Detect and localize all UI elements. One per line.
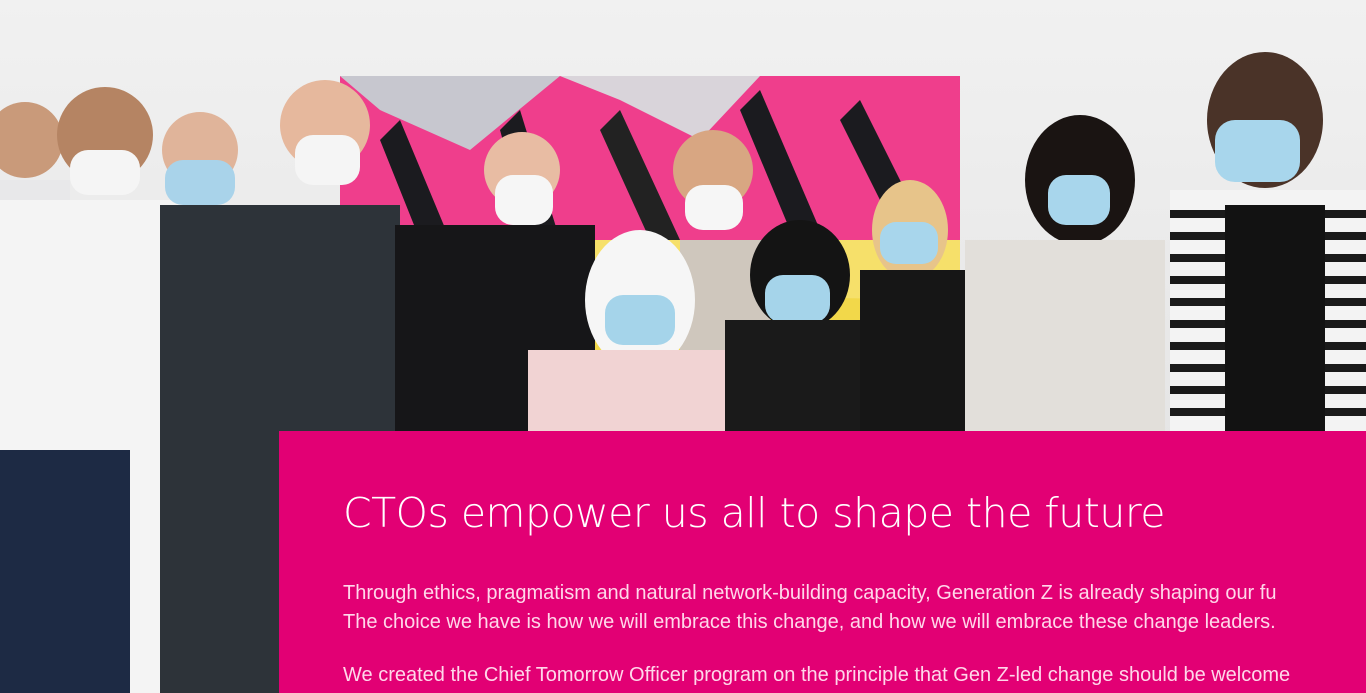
- body-line: The choice we have is how we will embrac…: [343, 611, 1276, 633]
- headline: CTOs empower us all to shape the future: [343, 489, 1166, 537]
- body-line: Through ethics, pragmatism and natural n…: [343, 582, 1277, 604]
- body-paragraph: We created the Chief Tomorrow Officer pr…: [343, 664, 1291, 686]
- content-panel: CTOs empower us all to shape the future …: [279, 431, 1366, 693]
- body-copy: Through ethics, pragmatism and natural n…: [343, 579, 1366, 690]
- body-paragraph: Through ethics, pragmatism and natural n…: [343, 579, 1366, 637]
